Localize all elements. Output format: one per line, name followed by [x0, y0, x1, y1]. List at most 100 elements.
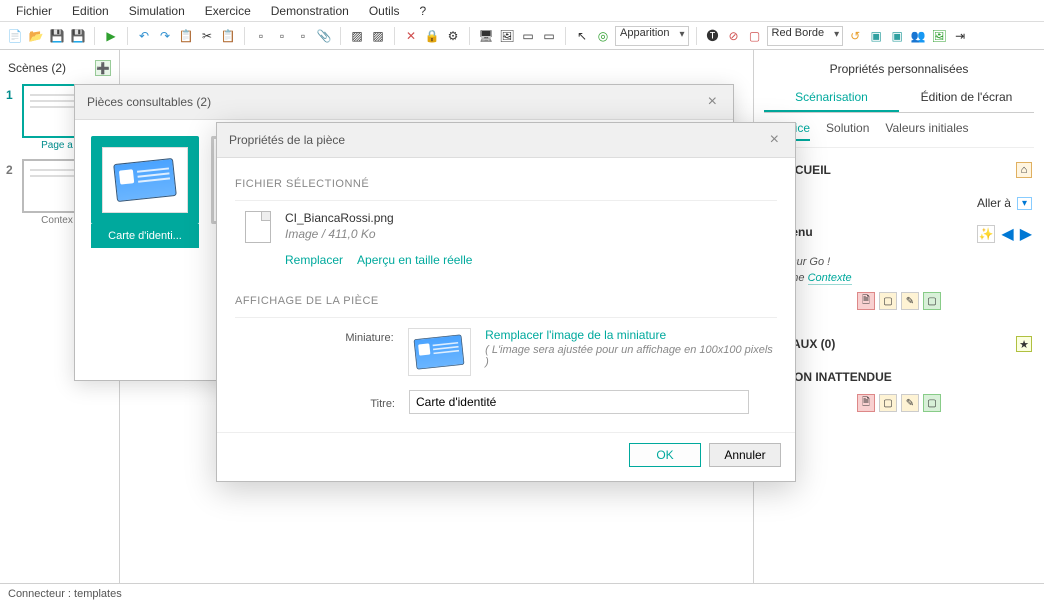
- piece-label: Carte d'identi...: [91, 224, 199, 248]
- properties-panel: Propriétés personnalisées Scénarisation …: [754, 50, 1044, 583]
- goto-label: Aller à: [977, 196, 1011, 210]
- target-icon[interactable]: ◎: [594, 27, 612, 45]
- copy-icon[interactable]: 📋: [177, 27, 195, 45]
- detail-scene-line: a scène Contexte: [766, 270, 1032, 286]
- frame-icon[interactable]: ▭: [519, 27, 537, 45]
- replace-thumbnail-link[interactable]: Remplacer l'image de la miniature: [485, 328, 777, 342]
- slide-add-icon[interactable]: ▫: [252, 27, 270, 45]
- separator-icon: [394, 27, 395, 45]
- menu-simulation[interactable]: Simulation: [121, 2, 193, 20]
- titre-label: Titre:: [235, 394, 395, 410]
- separator-icon: [244, 27, 245, 45]
- next-arrow-icon[interactable]: ▶: [1020, 224, 1032, 244]
- status-text: Connecteur : templates: [8, 588, 122, 600]
- scene-number: 1: [6, 84, 16, 102]
- attachment-icon[interactable]: 📎: [315, 27, 333, 45]
- text-tool-icon[interactable]: 🅣: [704, 27, 722, 45]
- section-content: (1) Aller à ▾ contenu ✨ ◀ ▶ quer sur Go …: [764, 192, 1034, 322]
- revert-icon[interactable]: ↺: [846, 27, 864, 45]
- toolbar: 📄 📂 💾 💾 ▶ ↶ ↷ 📋 ✂ 📋 ▫ ▫ ▫ 📎 ▨ ▨ ✕ 🔒 ⚙ 🖥 …: [0, 22, 1044, 50]
- apparition-combo[interactable]: Apparition: [615, 26, 689, 46]
- edit-box-icon[interactable]: ▢: [879, 394, 897, 412]
- subtab-valeurs[interactable]: Valeurs initiales: [885, 121, 968, 141]
- piece-properties-dialog: Propriétés de la pièce × FICHIER SÉLECTI…: [216, 122, 796, 482]
- edit-box-icon[interactable]: ▢: [879, 292, 897, 310]
- home-icon[interactable]: ⌂: [1016, 162, 1032, 178]
- file-meta: Image / 411,0 Ko: [285, 227, 472, 241]
- settings-icon[interactable]: ⚙: [444, 27, 462, 45]
- play-icon[interactable]: ▶: [102, 27, 120, 45]
- scenes-header: Scènes (2): [8, 61, 66, 75]
- border-color-icon[interactable]: ▢: [746, 27, 764, 45]
- image-icon[interactable]: 🖼: [498, 27, 516, 45]
- tab-edition-ecran[interactable]: Édition de l'écran: [899, 84, 1034, 112]
- tab-scenarisation[interactable]: Scénarisation: [764, 84, 899, 112]
- cursor-icon[interactable]: ↖: [573, 27, 591, 45]
- collapse-icon[interactable]: ⇥: [951, 27, 969, 45]
- titre-input[interactable]: [409, 390, 749, 414]
- piece-card[interactable]: Carte d'identi...: [91, 136, 199, 364]
- pencil-box-icon[interactable]: ✎: [901, 394, 919, 412]
- thumbnail-hint: ( L'image sera ajustée pour un affichage…: [485, 344, 777, 368]
- section-accueil: D'ACCUEIL ⌂: [764, 158, 1034, 182]
- image-box-icon[interactable]: ▢: [923, 292, 941, 310]
- lock-icon[interactable]: 🔒: [423, 27, 441, 45]
- new-icon[interactable]: 📄: [6, 27, 24, 45]
- save-all-icon[interactable]: 💾: [69, 27, 87, 45]
- separator-icon: [94, 27, 95, 45]
- file-name: CI_BiancaRossi.png: [285, 211, 472, 225]
- star-icon[interactable]: ★: [1016, 336, 1032, 352]
- prev-arrow-icon[interactable]: ◀: [1001, 224, 1013, 244]
- ok-button[interactable]: OK: [629, 443, 701, 467]
- menu-exercice[interactable]: Exercice: [197, 2, 259, 20]
- section-initiaux: INITIAUX (0) ★: [764, 332, 1034, 356]
- picture-icon[interactable]: 🖼: [930, 27, 948, 45]
- undo-icon[interactable]: ↶: [135, 27, 153, 45]
- menu-help[interactable]: ?: [412, 2, 435, 20]
- file-icon: [245, 211, 271, 243]
- magic-wand-icon[interactable]: ✨: [977, 225, 995, 243]
- menu-edit[interactable]: Edition: [64, 2, 117, 20]
- menu-tools[interactable]: Outils: [361, 2, 408, 20]
- save-icon[interactable]: 💾: [48, 27, 66, 45]
- noentry-icon[interactable]: ⊘: [725, 27, 743, 45]
- close-icon[interactable]: ×: [704, 93, 721, 111]
- replace-file-link[interactable]: Remplacer: [285, 253, 343, 267]
- layer-back-icon[interactable]: ▣: [888, 27, 906, 45]
- miniature-preview: [408, 328, 471, 376]
- border-combo[interactable]: Red Borde: [767, 26, 844, 46]
- separator-icon: [340, 27, 341, 45]
- menu-demo[interactable]: Demonstration: [263, 2, 357, 20]
- subtab-solution[interactable]: Solution: [826, 121, 869, 141]
- goto-dropdown[interactable]: ▾: [1017, 197, 1032, 210]
- cut-icon[interactable]: ✂: [198, 27, 216, 45]
- close-icon[interactable]: ×: [766, 131, 783, 149]
- layer-front-icon[interactable]: ▣: [867, 27, 885, 45]
- add-scene-icon[interactable]: ➕: [95, 60, 111, 76]
- pieces-dialog-title: Pièces consultables (2): [87, 95, 211, 109]
- pdf-icon[interactable]: 🗎: [857, 292, 875, 310]
- selected-file-heading: FICHIER SÉLECTIONNÉ: [235, 170, 777, 201]
- cancel-button[interactable]: Annuler: [709, 443, 781, 467]
- paste-icon[interactable]: 📋: [219, 27, 237, 45]
- monitor-icon[interactable]: 🖥: [477, 27, 495, 45]
- separator-icon: [565, 27, 566, 45]
- properties-title: Propriétés personnalisées: [764, 58, 1034, 84]
- cross-tools-icon[interactable]: ✕: [402, 27, 420, 45]
- redo-icon[interactable]: ↷: [156, 27, 174, 45]
- pdf-icon[interactable]: 🗎: [857, 394, 875, 412]
- menu-file[interactable]: Fichier: [8, 2, 60, 20]
- placeholder-icon[interactable]: ▭: [540, 27, 558, 45]
- image-box-icon[interactable]: ▢: [923, 394, 941, 412]
- section-action-inattendue: ACTION INATTENDUE 🗎 ▢ ✎ ▢: [764, 366, 1034, 412]
- open-icon[interactable]: 📂: [27, 27, 45, 45]
- slide-dup-icon[interactable]: ▫: [294, 27, 312, 45]
- tool-a-icon[interactable]: ▨: [348, 27, 366, 45]
- people-icon[interactable]: 👥: [909, 27, 927, 45]
- piece-properties-title: Propriétés de la pièce: [229, 133, 345, 147]
- preview-fullsize-link[interactable]: Aperçu en taille réelle: [357, 253, 472, 267]
- pencil-box-icon[interactable]: ✎: [901, 292, 919, 310]
- slide-play-icon[interactable]: ▫: [273, 27, 291, 45]
- context-link[interactable]: Contexte: [808, 272, 852, 285]
- tool-b-icon[interactable]: ▨: [369, 27, 387, 45]
